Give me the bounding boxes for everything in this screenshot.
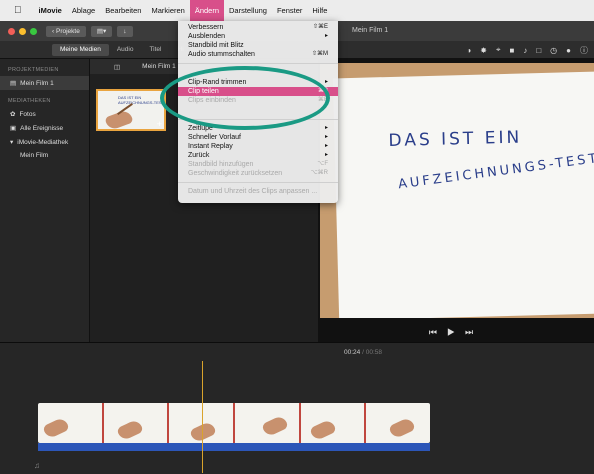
menu-markieren[interactable]: Markieren — [146, 0, 189, 21]
tab-audio[interactable]: Audio — [109, 46, 142, 53]
timecode-separator: / — [362, 349, 364, 356]
video-frame: DAS IST EIN AUFZEICHNUNGS-TEST — [320, 63, 594, 318]
layout-toggle-icon[interactable]: ▤▾ — [90, 25, 113, 37]
clip-frame — [366, 403, 430, 443]
hand-image — [388, 416, 417, 440]
sidebar-item-photos[interactable]: ✿ Fotos — [0, 107, 89, 121]
import-icon[interactable]: ↓ — [117, 25, 133, 37]
hand-image — [261, 414, 289, 438]
handwritten-line-2: AUFZEICHNUNGS-TEST — [397, 150, 594, 193]
projects-button[interactable]: ‹ Projekte — [46, 25, 86, 37]
add-clip-icon[interactable]: + — [157, 119, 162, 129]
total-time: 00:58 — [365, 349, 382, 356]
clip-frame — [300, 403, 367, 443]
menu-item-standbild-blitz[interactable]: Standbild mit Blitz — [178, 41, 338, 50]
color-correction-icon[interactable]: ✸ — [480, 46, 487, 55]
menu-fenster[interactable]: Fenster — [272, 0, 307, 21]
playback-controls: ⏮▶⏭ — [318, 327, 594, 338]
project-media-header: PROJEKTMEDIEN — [8, 67, 59, 73]
playhead[interactable] — [202, 361, 203, 473]
tab-my-media[interactable]: Meine Medien — [52, 43, 109, 56]
noise-reduction-icon[interactable]: □ — [536, 46, 541, 55]
hand-image — [189, 420, 218, 443]
apple-icon[interactable]:  — [14, 5, 22, 16]
play-icon[interactable]: ▶ — [447, 327, 465, 337]
menu-hilfe[interactable]: Hilfe — [307, 0, 332, 21]
menu-item-verbessern[interactable]: Verbessern ⇧⌘E — [178, 23, 338, 32]
audio-waveform[interactable] — [38, 443, 430, 451]
stabilization-icon[interactable]: ■ — [509, 46, 514, 55]
photos-icon: ✿ — [10, 111, 16, 118]
hand-image — [308, 418, 337, 442]
menu-item-zurueck[interactable]: Zurück ▸ — [178, 151, 338, 160]
menu-item-instant-replay[interactable]: Instant Replay ▸ — [178, 142, 338, 151]
crop-icon[interactable]: ⌖ — [496, 45, 501, 55]
menu-item-audio-stumm[interactable]: Audio stummschalten ⇧⌘M — [178, 50, 338, 59]
paper-image: DAS IST EIN AUFZEICHNUNGS-TEST — [332, 71, 594, 318]
music-note-icon: ♫ — [34, 461, 40, 470]
library-sidebar: PROJEKTMEDIEN ▤ Mein Film 1 MEDIATHEKEN … — [0, 59, 90, 342]
sidebar-item-project[interactable]: ▤ Mein Film 1 — [0, 76, 89, 90]
hand-image — [42, 416, 70, 440]
disclosure-triangle-icon[interactable]: ▾ — [10, 138, 13, 146]
project-title: Mein Film 1 — [352, 27, 389, 34]
video-clip[interactable] — [38, 403, 430, 443]
sidebar-toggle-icon[interactable]: ◫ — [114, 63, 120, 71]
color-balance-icon[interactable]: ◑ — [466, 46, 471, 55]
events-icon: ▣ — [10, 125, 17, 132]
menu-item-standbild-hinzufuegen: Standbild hinzufügen ⌥F — [188, 161, 328, 168]
menu-item-geschwindigkeit-zuruecksetzen: Geschwindigkeit zurücksetzen ⌥⌘R — [188, 170, 328, 177]
thumbnail-text: DAS IST EIN AUFZEICHNUNGS-TEST — [118, 95, 164, 105]
info-icon[interactable]: ⓘ — [580, 45, 588, 56]
libraries-header: MEDIATHEKEN — [8, 98, 51, 104]
clip-thumbnail[interactable]: DAS IST EIN AUFZEICHNUNGS-TEST + — [96, 89, 166, 131]
clip-frame — [235, 403, 301, 443]
menu-ablage[interactable]: Ablage — [67, 0, 100, 21]
volume-icon[interactable]: ♪ — [523, 46, 527, 55]
menu-darstellung[interactable]: Darstellung — [224, 0, 272, 21]
clip-frame — [103, 403, 170, 443]
menu-app-name[interactable]: iMovie — [34, 0, 67, 21]
skip-back-icon[interactable]: ⏮ — [429, 327, 447, 337]
menu-item-ausblenden[interactable]: Ausblenden ▸ — [178, 32, 338, 41]
current-time: 00:24 — [344, 349, 361, 356]
clip-frame — [38, 403, 104, 443]
video-viewer: DAS IST EIN AUFZEICHNUNGS-TEST ⏮▶⏭ — [318, 59, 594, 342]
annotation-ring — [160, 66, 330, 130]
sidebar-item-library[interactable]: ▾ iMovie-Mediathek — [0, 135, 89, 149]
skip-forward-icon[interactable]: ⏭ — [465, 327, 483, 337]
timecode: 00:24 / 00:58 — [344, 349, 382, 356]
minimize-window-button[interactable] — [19, 27, 26, 35]
menu-aendern[interactable]: Ändern — [189, 0, 225, 21]
timeline: 00:24 / 00:58 ♫ — [0, 342, 594, 474]
sidebar-item-all-events[interactable]: ▣ Alle Ereignisse — [0, 121, 89, 135]
viewer-tools: ◑ ✸ ⌖ ■ ♪ □ ◷ ● ⓘ — [466, 41, 588, 59]
film-icon: ▤ — [10, 80, 17, 87]
tab-titles[interactable]: Titel — [141, 46, 169, 53]
menu-item-schneller-vorlauf[interactable]: Schneller Vorlauf ▸ — [178, 133, 338, 142]
menu-divider — [178, 63, 338, 64]
menu-item-datum-uhrzeit: Datum und Uhrzeit des Clips anpassen ... — [188, 188, 318, 195]
handwritten-line-1: DAS IST EIN — [388, 127, 523, 152]
speed-icon[interactable]: ◷ — [550, 46, 557, 55]
clip-filter-icon[interactable]: ● — [566, 46, 571, 55]
zoom-window-button[interactable] — [30, 27, 37, 35]
menu-bearbeiten[interactable]: Bearbeiten — [100, 0, 146, 21]
sidebar-item-library-child[interactable]: Mein Film — [0, 149, 89, 162]
browser-header-label: Mein Film 1 — [142, 63, 176, 70]
menubar:  iMovie Ablage Bearbeiten Markieren Änd… — [0, 0, 594, 21]
hand-image — [115, 418, 144, 442]
menu-divider — [178, 182, 338, 183]
close-window-button[interactable] — [8, 27, 15, 35]
